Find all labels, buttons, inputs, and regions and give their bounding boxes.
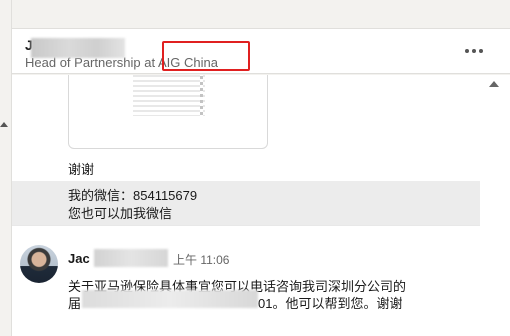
message-timestamp: 上午 11:06 [173,253,230,267]
message-text: 您也可以加我微信 [68,206,173,221]
left-gutter [0,0,12,336]
message-text: 我的微信：854115679 [68,188,198,203]
scrollbar[interactable] [480,75,510,336]
message-text: 01。他可以帮到您。谢谢 [258,296,403,311]
attachment-thumbnail [133,75,205,116]
sender-redaction [94,249,168,267]
caret-up-icon[interactable] [0,122,8,127]
message-text: 谢谢 [68,162,95,177]
messaging-window: Jac Head of Partnership at AIG China 谢谢 … [0,0,510,336]
message-list: 谢谢 我的微信：854115679 您也可以加我微信 Jac 上午 11:06 … [12,75,480,336]
more-horizontal-icon [465,49,469,53]
scroll-up-icon[interactable] [489,81,499,87]
message-text: 届 [68,296,82,311]
attachment-card[interactable] [68,75,268,149]
body-redaction [82,290,258,308]
more-options-button[interactable] [459,37,489,65]
name-redaction [31,38,125,58]
sender-name[interactable]: Jac [68,251,90,266]
divider [12,225,480,226]
highlight-annotation [162,41,250,71]
message-selected: 我的微信：854115679 您也可以加我微信 [12,181,480,225]
avatar[interactable] [20,245,58,283]
